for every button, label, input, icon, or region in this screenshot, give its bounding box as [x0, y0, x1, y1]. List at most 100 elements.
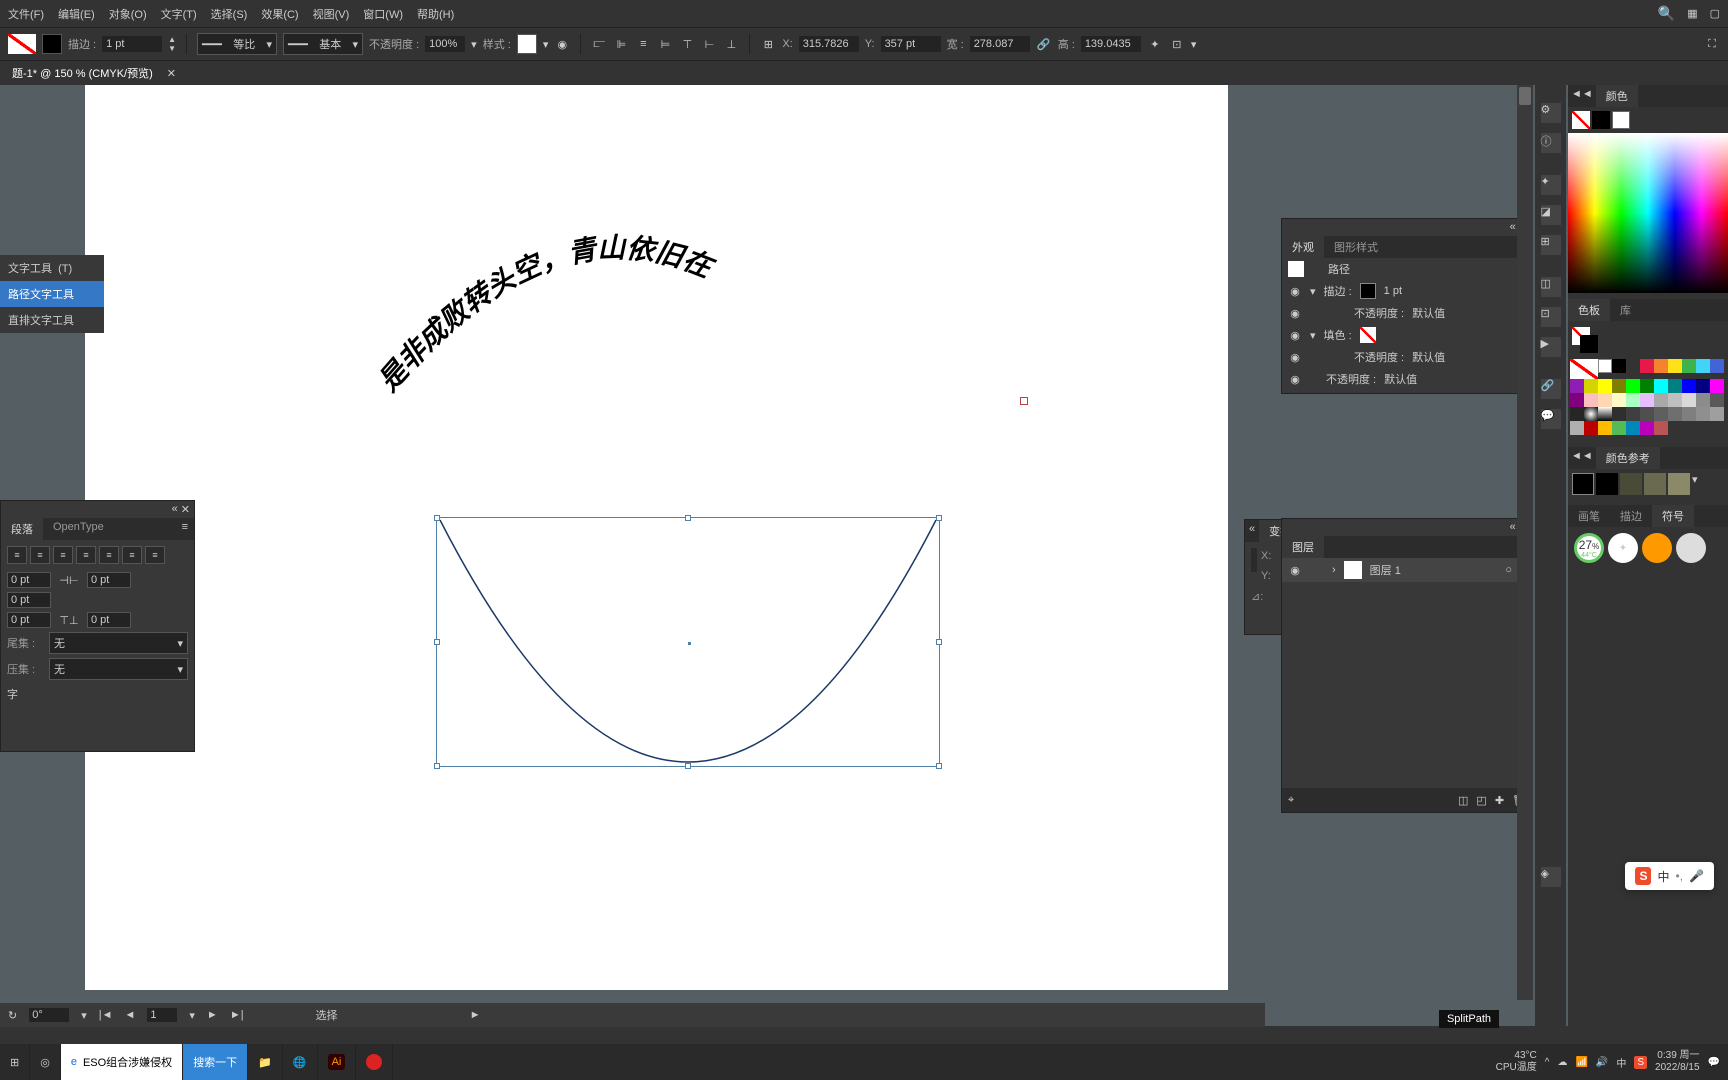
layer-name[interactable]: 图层 1: [1370, 562, 1401, 578]
y-input[interactable]: [881, 36, 941, 52]
guide-swatch[interactable]: [1596, 473, 1618, 495]
justify-left-btn[interactable]: ≡: [76, 546, 96, 564]
task-view-icon[interactable]: ◎: [30, 1044, 61, 1080]
clock[interactable]: 0:39 周一 2022/8/15: [1655, 1050, 1700, 1074]
stroke-stepper-icon[interactable]: ▲▼: [168, 35, 176, 53]
tab-stroke-panel[interactable]: 描边: [1610, 505, 1652, 527]
explorer-icon[interactable]: 📁: [248, 1044, 283, 1080]
indent-left-input[interactable]: [7, 572, 51, 588]
more-dropdown-icon[interactable]: ▾: [1191, 38, 1197, 51]
opacity-value[interactable]: 默认值: [1384, 371, 1417, 387]
w-input[interactable]: [970, 36, 1030, 52]
visibility-toggle[interactable]: ◉: [1288, 373, 1302, 386]
base-color-swatch[interactable]: [1572, 473, 1594, 495]
handle-bc[interactable]: [685, 763, 691, 769]
x-input[interactable]: [799, 36, 859, 52]
tab-color-guide[interactable]: 颜色参考: [1596, 447, 1660, 469]
type-tool[interactable]: 文字工具 (T): [0, 255, 104, 281]
stroke-color-swatch[interactable]: [1360, 283, 1376, 299]
handle-tr[interactable]: [936, 515, 942, 521]
indent-right-input[interactable]: [87, 572, 131, 588]
visibility-toggle[interactable]: ◉: [1288, 307, 1302, 320]
link-wh-icon[interactable]: 🔗: [1036, 36, 1052, 52]
symbol-grey[interactable]: [1676, 533, 1706, 563]
ime-lang[interactable]: 中: [1657, 868, 1669, 885]
chrome-icon[interactable]: 🌐: [283, 1044, 318, 1080]
stroke-black-icon[interactable]: [1592, 111, 1610, 129]
stroke-weight[interactable]: 1 pt: [1384, 285, 1402, 297]
transform-icon[interactable]: ⊡: [1541, 307, 1561, 327]
space-before-input[interactable]: [7, 612, 51, 628]
symbol-orange[interactable]: [1642, 533, 1672, 563]
shape-icon[interactable]: ✦: [1147, 36, 1163, 52]
align-vbottom-icon[interactable]: ⊥: [723, 36, 739, 52]
tray-network-icon[interactable]: 📶: [1575, 1057, 1587, 1068]
new-layer-icon[interactable]: ✚: [1495, 794, 1504, 807]
color-spectrum[interactable]: [1568, 133, 1728, 293]
tab-opentype[interactable]: OpenType: [43, 518, 114, 540]
symbol-gauge[interactable]: 27%44°C: [1574, 533, 1604, 563]
handle-lc[interactable]: [434, 639, 440, 645]
rotate-view-icon[interactable]: ↻: [8, 1009, 17, 1022]
tab-layers[interactable]: 图层: [1282, 536, 1324, 558]
status-popup-icon[interactable]: ►: [470, 1009, 481, 1021]
properties-icon[interactable]: ⚙: [1541, 103, 1561, 123]
align-vtop-icon[interactable]: ⊤: [679, 36, 695, 52]
menu-edit[interactable]: 编辑(E): [58, 6, 95, 22]
fill-stroke-swatch[interactable]: [8, 34, 36, 54]
align-left-icon[interactable]: ⫍: [591, 36, 607, 52]
symbol-ink[interactable]: ✦: [1608, 533, 1638, 563]
align-center-btn[interactable]: ≡: [30, 546, 50, 564]
next-artboard-icon[interactable]: ►: [207, 1009, 218, 1021]
vertical-scrollbar[interactable]: [1517, 85, 1533, 1000]
links-icon[interactable]: 🔗: [1541, 379, 1561, 399]
ie-taskbar-item[interactable]: eESO组合涉嫌侵权: [61, 1044, 183, 1080]
tab-appearance[interactable]: 外观: [1282, 236, 1324, 258]
panel-collapse-icon[interactable]: «: [1245, 520, 1259, 542]
tray-up-icon[interactable]: ^: [1545, 1057, 1550, 1068]
menu-type[interactable]: 文字(T): [161, 6, 197, 22]
opacity-value[interactable]: 默认值: [1412, 305, 1445, 321]
align-icon[interactable]: ⊞: [1541, 235, 1561, 255]
guide-dropdown-icon[interactable]: ▾: [1692, 473, 1698, 495]
expand-icon[interactable]: ▾: [1310, 285, 1316, 298]
guide-swatch[interactable]: [1668, 473, 1690, 495]
menu-effect[interactable]: 效果(C): [261, 6, 298, 22]
opacity-value[interactable]: 默认值: [1412, 349, 1445, 365]
tailset-dropdown[interactable]: 无▾: [49, 632, 188, 654]
tray-sound-icon[interactable]: 🔊: [1596, 1057, 1608, 1068]
visibility-toggle[interactable]: ◉: [1288, 351, 1302, 364]
scroll-thumb[interactable]: [1519, 87, 1531, 105]
close-tab-icon[interactable]: ✕: [167, 67, 176, 80]
menu-object[interactable]: 对象(O): [109, 6, 147, 22]
fill-none-icon[interactable]: [1572, 111, 1590, 129]
ime-punct-icon[interactable]: •,: [1676, 869, 1684, 883]
tab-brushes[interactable]: 画笔: [1568, 505, 1610, 527]
handle-br[interactable]: [936, 763, 942, 769]
panel-collapse-icon[interactable]: «: [1510, 521, 1516, 534]
make-clip-icon[interactable]: ◫: [1458, 794, 1468, 807]
menu-window[interactable]: 窗口(W): [363, 6, 403, 22]
h-input[interactable]: [1081, 36, 1141, 52]
menu-help[interactable]: 帮助(H): [417, 6, 454, 22]
align-left-btn[interactable]: ≡: [7, 546, 27, 564]
notifications-icon[interactable]: 💬: [1708, 1057, 1720, 1068]
justify-all-btn[interactable]: ≡: [145, 546, 165, 564]
tray-cloud-icon[interactable]: ☁: [1557, 1057, 1567, 1068]
comments-icon[interactable]: 💬: [1541, 409, 1561, 429]
isolate-icon[interactable]: ⊡: [1169, 36, 1185, 52]
search-icon[interactable]: 🔍: [1658, 5, 1675, 22]
indent-first-input[interactable]: [7, 592, 51, 608]
tab-symbols[interactable]: 符号: [1652, 505, 1694, 527]
transform-icon[interactable]: ⊞: [760, 36, 776, 52]
tab-swatches[interactable]: 色板: [1568, 299, 1610, 321]
tab-document[interactable]: 题-1* @ 150 % (CMYK/预览): [4, 63, 161, 83]
visibility-toggle[interactable]: ◉: [1288, 285, 1302, 298]
arrange-icon[interactable]: ▦: [1687, 7, 1697, 20]
first-artboard-icon[interactable]: |◄: [99, 1009, 113, 1021]
rotate-input[interactable]: [29, 1008, 69, 1022]
menu-view[interactable]: 视图(V): [313, 6, 350, 22]
panel-collapse-icon[interactable]: «: [172, 503, 178, 516]
vertical-type-tool[interactable]: 直排文字工具: [0, 307, 104, 333]
new-sublayer-icon[interactable]: ◰: [1476, 794, 1486, 807]
